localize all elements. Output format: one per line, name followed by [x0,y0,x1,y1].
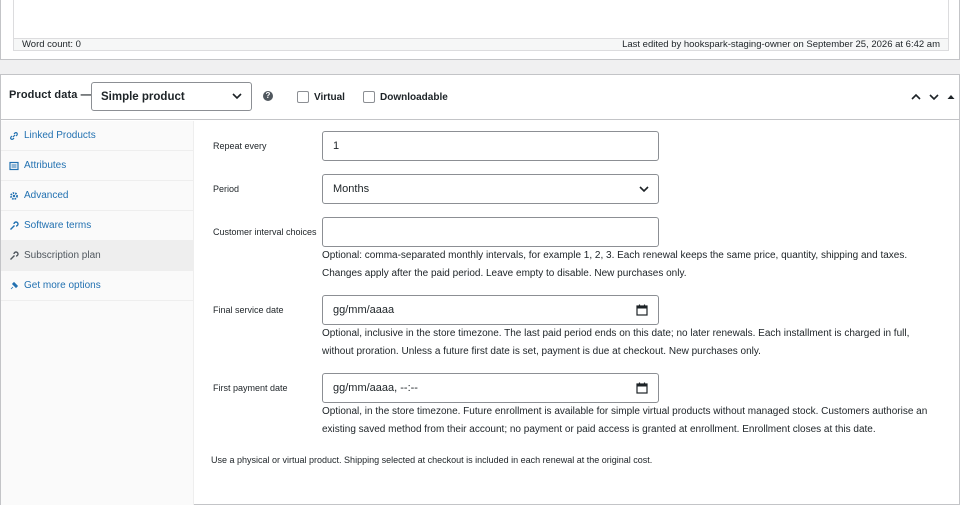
tab-attributes[interactable]: Attributes [1,151,193,181]
product-data-title: Product data — [9,89,92,101]
calendar-icon[interactable] [636,304,648,316]
repeat-every-label: Repeat every [213,141,267,151]
final-service-date-placeholder: gg/mm/aaaa [333,304,395,316]
period-select[interactable]: Months [322,174,659,204]
period-value: Months [333,183,370,195]
last-edited: Last edited by hookspark-staging-owner o… [622,39,940,50]
wrench-icon [10,250,19,260]
plugin-icon [10,281,19,289]
repeat-every-value: 1 [333,140,340,152]
first-payment-date-input[interactable]: gg/mm/aaaa, --:-- [322,373,659,403]
tab-linked-products[interactable]: Linked Products [1,121,193,151]
downloadable-label: Downloadable [380,91,448,103]
tab-label: Attributes [24,160,67,171]
repeat-every-input[interactable]: 1 [322,131,659,161]
product-type-value: Simple product [101,90,185,103]
final-service-date-label: Final service date [213,305,284,315]
first-payment-date-placeholder: gg/mm/aaaa, --:-- [333,382,418,394]
move-down-icon[interactable] [928,91,940,103]
tab-subscription-plan[interactable]: Subscription plan [1,241,193,271]
downloadable-checkbox[interactable]: Downloadable [363,91,448,103]
product-type-select[interactable]: Simple product [91,82,252,111]
tab-advanced[interactable]: Advanced [1,181,193,211]
chevron-down-icon [232,93,242,100]
wrench-icon [10,220,19,230]
editor-status-bar: Word count: 0 Last edited by hookspark-s… [13,38,949,51]
first-payment-date-description: Optional, in the store timezone. Future … [322,406,928,435]
shipping-note: Use a physical or virtual product. Shipp… [211,455,653,465]
help-icon[interactable]: ? [263,91,273,101]
final-service-date-description: Optional, inclusive in the store timezon… [322,328,910,357]
product-data-tabs: Linked Products Attributes Advanced Soft… [1,121,194,505]
chevron-down-icon [639,186,649,193]
collapse-toggle-icon[interactable] [945,91,957,103]
move-up-icon[interactable] [910,91,922,103]
product-data-panel: Product data — Simple product ? Virtual … [0,74,960,505]
tab-label: Subscription plan [24,250,101,261]
tab-software-terms[interactable]: Software terms [1,211,193,241]
period-label: Period [213,184,240,194]
virtual-label: Virtual [314,91,345,103]
tab-label: Advanced [24,190,69,201]
word-count: Word count: 0 [22,39,81,50]
virtual-checkbox-box[interactable] [297,91,309,103]
virtual-checkbox[interactable]: Virtual [297,91,345,103]
calendar-icon[interactable] [636,382,648,394]
list-icon [9,161,19,170]
tab-get-more-options[interactable]: Get more options [1,271,193,301]
first-payment-date-label: First payment date [213,383,288,393]
customer-interval-description: Optional: comma-separated monthly interv… [322,250,908,279]
subscription-plan-form: Repeat every 1 Period Months Customer in… [194,121,959,505]
tab-label: Linked Products [24,130,96,141]
editor-content-area[interactable] [13,0,949,38]
tab-label: Software terms [24,220,92,231]
customer-interval-input[interactable] [322,217,659,247]
product-data-header: Product data — Simple product ? Virtual … [1,75,959,120]
downloadable-checkbox-box[interactable] [363,91,375,103]
editor-box: Word count: 0 Last edited by hookspark-s… [0,0,960,60]
gear-icon [10,191,18,200]
link-icon [10,131,18,140]
tab-label: Get more options [24,280,101,291]
final-service-date-input[interactable]: gg/mm/aaaa [322,295,659,325]
customer-interval-label: Customer interval choices [213,227,317,237]
